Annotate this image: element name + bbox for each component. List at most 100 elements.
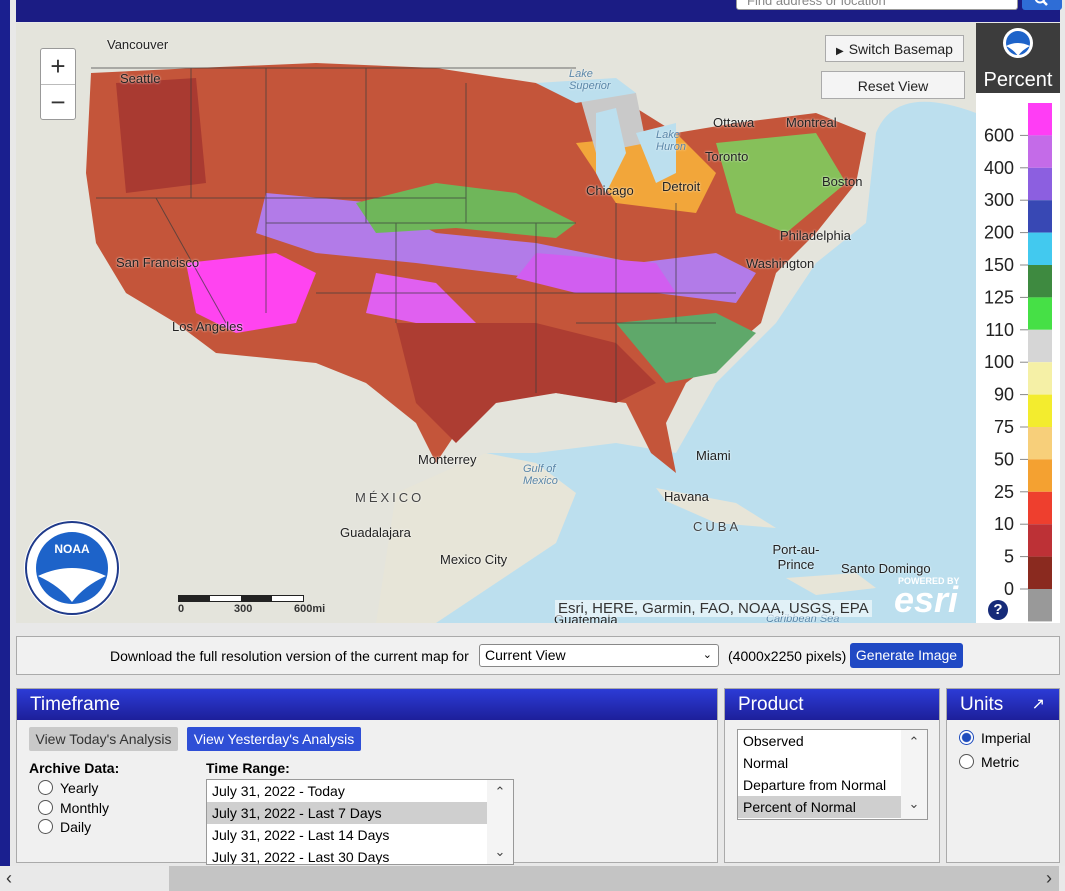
legend-swatch — [1028, 362, 1052, 395]
archive-option-monthly[interactable]: Monthly — [38, 800, 109, 816]
legend-label: 0 — [1004, 579, 1014, 599]
product-option[interactable]: Observed — [738, 730, 927, 752]
units-title: Units — [960, 694, 1004, 715]
horizontal-scrollbar[interactable]: ‹ › — [0, 866, 1065, 891]
legend-label: 300 — [984, 190, 1014, 210]
legend-label: 400 — [984, 158, 1014, 178]
units-header: Units ↗ — [947, 689, 1059, 720]
time-range-label: Time Range: — [206, 760, 290, 776]
map-canvas — [16, 23, 976, 623]
chevron-down-icon[interactable]: ⌄ — [487, 844, 513, 860]
place-label: Vancouver — [107, 37, 169, 52]
switch-basemap-button[interactable]: ▶ Switch Basemap — [825, 35, 964, 62]
time-range-list[interactable]: July 31, 2022 - Today July 31, 2022 - La… — [206, 779, 514, 865]
noaa-small-icon — [1003, 28, 1033, 58]
units-option-metric[interactable]: Metric — [959, 754, 1019, 770]
archive-option-daily[interactable]: Daily — [38, 819, 91, 835]
scrollbar-thumb[interactable] — [169, 866, 1059, 891]
left-edge-strip — [0, 0, 10, 866]
legend-label: 5 — [1004, 547, 1014, 567]
chevron-up-icon[interactable]: ⌃ — [487, 784, 513, 800]
product-option[interactable]: Departure from Normal — [738, 774, 927, 796]
legend-label: 90 — [994, 385, 1014, 405]
place-label: Mexico City — [440, 552, 508, 567]
country-label: CUBA — [693, 519, 742, 534]
precipitation-map[interactable]: + − ▶ Switch Basemap Reset View Vancouver… — [16, 23, 976, 623]
product-scrollbar[interactable]: ⌃ ⌄ — [901, 730, 927, 819]
generate-image-button[interactable]: Generate Image — [850, 643, 963, 668]
legend-swatch — [1028, 524, 1052, 557]
place-label: Chicago — [586, 183, 634, 198]
archive-option-yearly[interactable]: Yearly — [38, 780, 98, 796]
time-range-option-selected[interactable]: July 31, 2022 - Last 7 Days — [207, 802, 513, 824]
chevron-down-icon[interactable]: ⌄ — [901, 796, 927, 812]
water-label: Gulf of Mexico — [523, 463, 558, 487]
noaa-logo-text: NOAA — [54, 542, 90, 556]
water-label: Lake Superior — [569, 68, 611, 92]
place-label: Monterrey — [418, 452, 477, 467]
legend-swatch — [1028, 265, 1052, 298]
legend-swatch — [1028, 427, 1052, 460]
time-range-scrollbar[interactable]: ⌃ ⌄ — [487, 780, 513, 864]
legend-panel: Percent 600 400 300 200 150 125 110 100 90 75 50 25… — [976, 23, 1060, 623]
archive-option-label: Daily — [60, 819, 92, 835]
chevron-up-icon[interactable]: ⌃ — [901, 734, 927, 750]
esri-logo: esri — [894, 579, 959, 620]
radio-icon — [38, 800, 53, 815]
legend-swatch — [1028, 232, 1052, 265]
legend-label: 150 — [984, 255, 1014, 275]
chevron-down-icon: ⌄ — [702, 649, 712, 661]
place-label: Guadalajara — [340, 525, 411, 540]
legend-header: Percent — [976, 23, 1060, 93]
water-label: Lake Huron — [656, 129, 686, 153]
reset-view-button[interactable]: Reset View — [821, 71, 965, 99]
search-button[interactable] — [1022, 0, 1062, 10]
search-icon — [1034, 0, 1048, 6]
place-label: Ottawa — [713, 115, 755, 130]
download-extent-select[interactable]: Current View ⌄ — [479, 644, 719, 667]
download-pixels-text: (4000x2250 pixels) — [728, 648, 847, 664]
radio-icon — [959, 754, 974, 769]
scale-bar: 0 300 600mi — [178, 593, 325, 615]
timeframe-title: Timeframe — [17, 689, 717, 720]
legend-swatch — [1028, 394, 1052, 427]
legend-swatch — [1028, 329, 1052, 363]
legend-label: 100 — [984, 352, 1014, 372]
time-range-option[interactable]: July 31, 2022 - Last 30 Days — [207, 846, 513, 864]
download-extent-value: Current View — [485, 647, 566, 663]
zoom-control: + − — [40, 48, 76, 120]
place-label: Santo Domingo — [841, 561, 931, 576]
place-label: Boston — [822, 174, 863, 189]
units-option-label: Metric — [981, 754, 1020, 770]
help-icon[interactable]: ? — [988, 600, 1008, 620]
view-today-button[interactable]: View Today's Analysis — [29, 727, 178, 751]
legend-label: 125 — [984, 287, 1014, 307]
place-label: Seattle — [120, 71, 161, 86]
legend-label: 10 — [994, 514, 1014, 534]
zoom-out-button[interactable]: − — [41, 85, 75, 120]
place-label: Havana — [664, 489, 709, 504]
chevron-right-icon[interactable]: › — [1046, 868, 1052, 889]
product-list[interactable]: Observed Normal Departure from Normal Pe… — [737, 729, 928, 820]
legend-swatch — [1028, 167, 1052, 201]
search-input[interactable]: Find address or location — [736, 0, 1018, 10]
time-range-option[interactable]: July 31, 2022 - Today — [207, 780, 513, 802]
place-label: San Francisco — [116, 255, 200, 270]
top-header-bar: Find address or location — [16, 0, 1062, 22]
legend-label: 75 — [994, 417, 1014, 437]
time-range-option[interactable]: July 31, 2022 - Last 14 Days — [207, 824, 513, 846]
chevron-left-icon[interactable]: ‹ — [6, 868, 12, 889]
download-text: Download the full resolution version of … — [110, 648, 469, 664]
product-option[interactable]: Normal — [738, 752, 927, 774]
legend-label: 25 — [994, 482, 1014, 502]
caret-right-icon: ▶ — [836, 46, 844, 57]
units-option-label: Imperial — [981, 730, 1031, 746]
product-option-selected[interactable]: Percent of Normal — [738, 796, 927, 818]
zoom-in-button[interactable]: + — [41, 49, 75, 85]
view-yesterday-button[interactable]: View Yesterday's Analysis — [187, 727, 361, 751]
units-option-imperial[interactable]: Imperial — [959, 730, 1031, 746]
place-label: Los Angeles — [172, 319, 243, 334]
legend-title: Percent — [983, 69, 1053, 91]
expand-arrow-icon[interactable]: ↗ — [1032, 689, 1045, 720]
place-label: Toronto — [705, 149, 749, 164]
